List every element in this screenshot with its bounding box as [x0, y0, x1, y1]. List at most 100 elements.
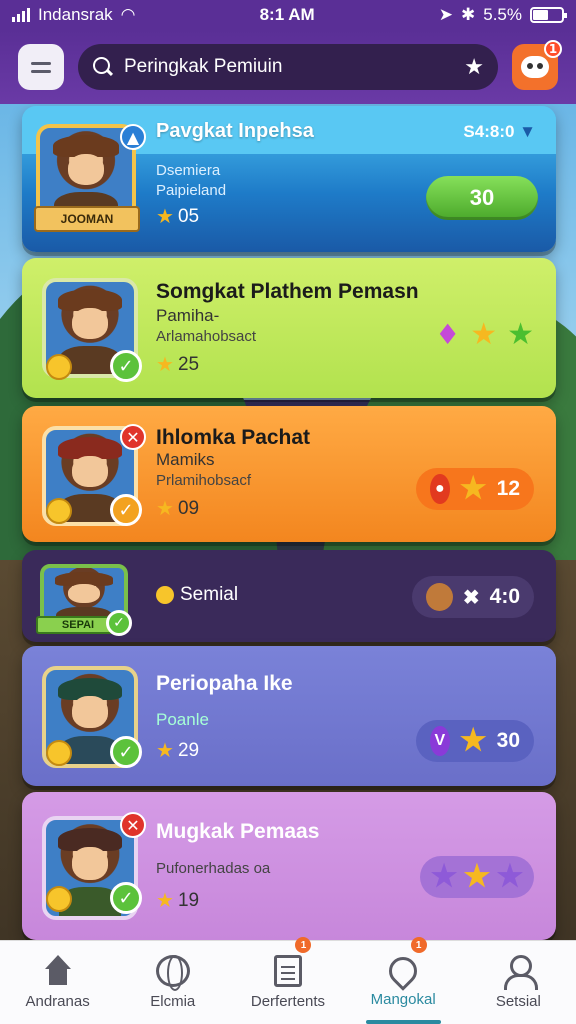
card-title: Somgkat Plathem Pemasn — [156, 280, 419, 303]
nav-item-documents[interactable]: 1 Derfertents — [230, 937, 345, 1024]
list-item[interactable]: ✕ ✓ Mugkak Pemaas Pufonerhadas oa ★ 19 ★ … — [22, 792, 556, 940]
checkmark-icon: ✓ — [110, 736, 142, 768]
nav-item-home[interactable]: Andranas — [0, 941, 115, 1024]
gem-icon: V — [430, 726, 450, 756]
search-bar[interactable]: Peringkak Pemiuin ★ — [78, 44, 498, 90]
star-icon: ★ — [156, 740, 174, 762]
star-icon: ★ — [156, 890, 174, 912]
card-title: Periopaha Ike — [156, 672, 293, 695]
nav-item-profile[interactable]: Setsial — [461, 941, 576, 1024]
star-icon: ★ — [156, 498, 174, 520]
list-item[interactable]: ✓ Somgkat Plathem Pemasn Pamiha- Arlamah… — [22, 258, 556, 398]
gold-star-icon: ★ — [470, 316, 498, 352]
green-star-icon: ★ — [507, 316, 534, 352]
checkmark-icon: ✓ — [110, 350, 142, 382]
nav-item-globe[interactable]: Elcmia — [115, 941, 230, 1024]
card-subtitle: Dsemiera — [156, 162, 221, 179]
nav-badge: 1 — [410, 937, 427, 953]
coin-icon — [46, 740, 72, 766]
robot-icon — [521, 56, 549, 78]
list-item[interactable]: JOOMAN ▲ Pavgkat Inpehsa S4:8:0 ▼ Dsemie… — [22, 106, 556, 252]
nav-label: Elcmia — [150, 993, 196, 1010]
notification-badge: 1 — [544, 40, 562, 58]
rating: ★ 05 — [156, 205, 200, 229]
clock: 8:1 AM — [259, 5, 315, 24]
coin-icon — [46, 498, 72, 524]
checkmark-icon: ✓ — [110, 882, 142, 914]
status-label: Semial — [156, 584, 238, 606]
coin-icon — [156, 586, 174, 604]
bluetooth-icon: ✱ — [461, 5, 476, 24]
flame-icon: ♦ — [435, 318, 461, 351]
purple-star-icon: ★ — [496, 860, 524, 893]
star-icon: ★ — [156, 354, 174, 376]
star-icon: ★ — [459, 472, 487, 505]
fruit-icon: ● — [430, 474, 450, 504]
card-title: Mugkak Pemaas — [156, 820, 320, 843]
rating: ★ 19 — [156, 889, 200, 913]
hamburger-icon — [31, 61, 51, 65]
reward-pill[interactable]: ✖ 4:0 — [412, 576, 534, 618]
location-pin-icon — [383, 951, 423, 991]
location-icon: ➤ — [438, 5, 453, 24]
reward-icons: ♦ ★ ★ — [435, 318, 534, 351]
rating: ★ 29 — [156, 739, 200, 763]
gold-star-icon: ★ — [463, 860, 491, 893]
app-bar: Peringkak Pemiuin ★ 1 — [0, 30, 576, 104]
coin-icon — [46, 354, 72, 380]
checkmark-icon: ✓ — [106, 610, 132, 636]
carrier-name: Indansrak — [38, 5, 113, 24]
signal-icon — [12, 8, 30, 22]
favorite-star-icon[interactable]: ★ — [464, 54, 484, 80]
reward-pill[interactable]: ● ★ 12 — [416, 468, 534, 510]
battery-icon — [530, 7, 567, 23]
card-detail: Prlamihobsacf — [156, 472, 252, 489]
list-item[interactable]: ✕ ✓ Ihlomka Pachat Mamiks Prlamihobsacf … — [22, 406, 556, 542]
robot-assistant-button[interactable]: 1 — [512, 40, 562, 90]
home-icon — [41, 955, 75, 987]
card-detail: Paipieland — [156, 182, 227, 199]
card-detail: Arlamahobsact — [156, 328, 257, 345]
search-input[interactable]: Peringkak Pemiuin — [124, 56, 454, 78]
puzzle-icon: ✖ — [462, 586, 480, 609]
close-icon[interactable]: ✕ — [120, 424, 146, 450]
purple-star-icon: ★ — [430, 860, 458, 893]
list-item[interactable]: SEPAI ✓ Semial ✖ 4:0 — [22, 550, 556, 642]
status-bar: Indansrak ◠ 8:1 AM ➤ ✱ 5.5% — [0, 0, 576, 30]
card-meta: S4:8:0 ▼ — [463, 122, 536, 141]
battery-percent: 5.5% — [483, 5, 522, 24]
reward-pill[interactable]: ★ ★ ★ — [420, 856, 534, 898]
wifi-icon: ◠ — [120, 5, 136, 24]
nav-item-location[interactable]: 1 Mangokal — [346, 937, 461, 1024]
star-icon: ★ — [156, 206, 174, 228]
star-icon: ★ — [459, 724, 487, 757]
bottom-navigation: Andranas Elcmia 1 Derfertents 1 Mangokal… — [0, 937, 576, 1024]
close-icon[interactable]: ✕ — [120, 812, 146, 838]
cookie-icon — [426, 583, 453, 611]
name-banner: JOOMAN — [34, 206, 140, 232]
card-subtitle: Pamiha- — [156, 306, 220, 325]
card-subtitle: Mamiks — [156, 450, 215, 469]
reward-pill[interactable]: V ★ 30 — [416, 720, 534, 762]
rating: ★ 25 — [156, 353, 200, 377]
document-icon — [273, 955, 302, 987]
card-title: Ihlomka Pachat — [156, 426, 311, 449]
globe-icon — [155, 955, 190, 991]
checkmark-icon: ✓ — [110, 494, 142, 526]
nav-badge: 1 — [295, 937, 312, 953]
score-button[interactable]: 30 — [426, 176, 538, 220]
nav-label: Mangokal — [370, 991, 436, 1008]
nav-label: Setsial — [495, 993, 541, 1010]
nav-label: Derfertents — [250, 993, 326, 1010]
rating: ★ 09 — [156, 497, 200, 521]
list-item[interactable]: ✓ Periopaha Ike Poanle ★ 29 V ★ 30 — [22, 646, 556, 786]
card-detail: Pufonerhadas oa — [156, 860, 271, 877]
coin-icon — [46, 886, 72, 912]
user-icon — [501, 955, 539, 990]
dropdown-icon[interactable]: ▼ — [519, 122, 536, 141]
nav-label: Andranas — [25, 993, 90, 1010]
card-subtitle: Poanle — [156, 710, 209, 729]
shield-icon: ▲ — [120, 124, 146, 150]
menu-button[interactable] — [18, 44, 64, 90]
search-icon — [92, 56, 114, 78]
